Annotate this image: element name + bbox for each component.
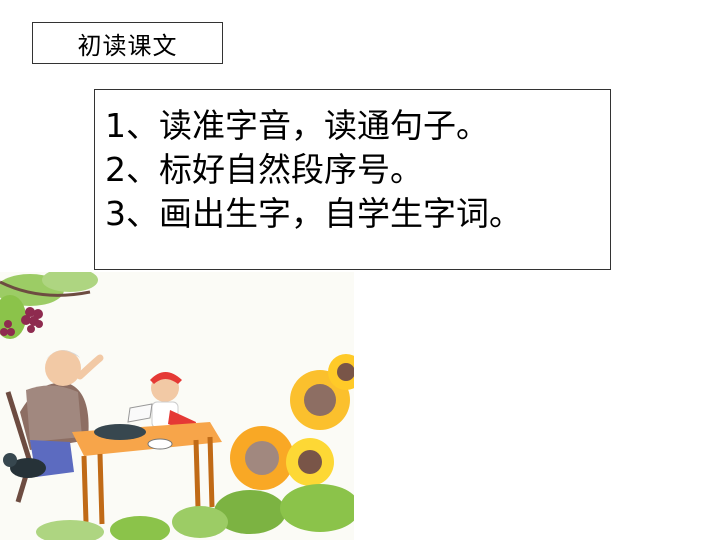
task-item-1: 1、读准字音，读通句子。 — [105, 106, 489, 145]
task-list-box: 1、读准字音，读通句子。 2、标好自然段序号。 3、画出生字，自学生字词。 — [94, 89, 611, 270]
section-title: 初读课文 — [77, 31, 178, 60]
grandmother-child-sunflowers-icon — [0, 272, 354, 540]
task-item-3: 3、画出生字，自学生字词。 — [105, 194, 522, 233]
task-item-2: 2、标好自然段序号。 — [105, 150, 423, 189]
section-title-box: 初读课文 — [32, 22, 223, 64]
story-illustration — [0, 272, 354, 540]
